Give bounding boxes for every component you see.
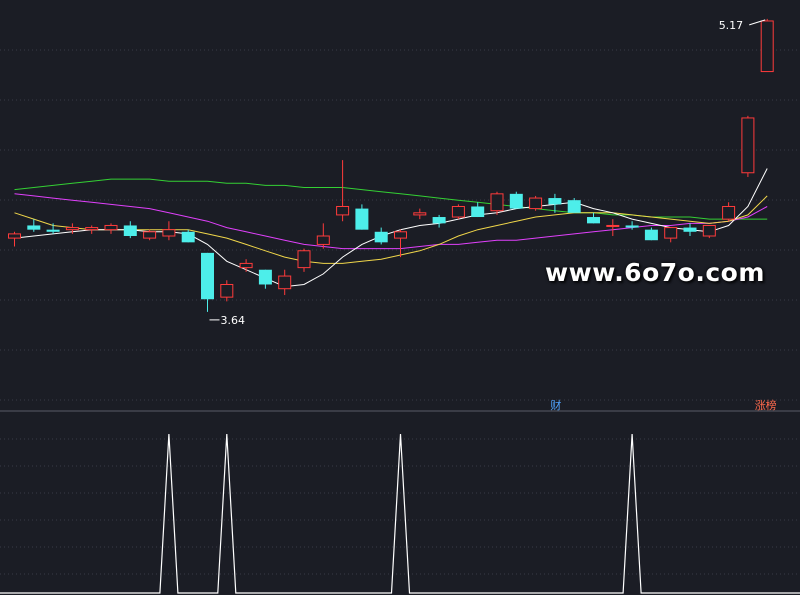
candle-up [760,20,774,73]
candle-up [143,231,157,239]
candle-up [316,235,330,245]
candle-down [123,225,137,236]
candle-down [355,208,369,230]
candle-up [451,205,465,218]
ma20-line [14,193,768,250]
high-price-label: 5.17 [719,19,744,32]
stock-chart-window: 5.17 3.64 财 涨榜 www.6o7o.com [0,0,800,595]
candle-up [162,229,176,237]
candle-up [297,250,311,269]
candle-up [606,224,620,227]
candle-down [432,217,446,224]
marker-cai: 财 [550,398,561,412]
candle-down [46,229,60,232]
candle-down [587,217,600,224]
candle-down [258,269,272,285]
candle-up [8,233,21,239]
candle-down [567,200,581,213]
kline-chart: 5.17 3.64 财 涨榜 [0,18,800,594]
candle-up [336,205,350,216]
candle-up [413,212,427,216]
candle-up [220,283,234,298]
watermark: www.6o7o.com [545,258,765,287]
low-price-label: 3.64 [221,314,246,327]
candle-down [683,227,697,232]
signal-line [0,433,800,594]
candle-down [374,231,388,243]
candle-down [181,231,195,243]
candle-down [625,225,639,228]
candle-up [278,275,292,290]
candle-down [201,252,214,300]
candle-up [394,231,407,239]
candle-up [722,205,736,220]
ma60-line [14,178,768,220]
candle-down [548,198,562,205]
candle-up [239,262,253,269]
candle-down [27,225,41,230]
candle-up [664,227,678,239]
candle-down [644,229,658,241]
candle-up [65,227,79,231]
candle-up [702,224,716,237]
candle-down [509,193,523,209]
marker-zhangbang: 涨榜 [755,398,777,412]
candle-up [104,224,118,231]
candle-up [85,227,99,231]
candle-up [741,117,755,174]
candle-up [529,197,543,210]
candle-up [490,193,504,212]
candle-down [471,206,485,218]
